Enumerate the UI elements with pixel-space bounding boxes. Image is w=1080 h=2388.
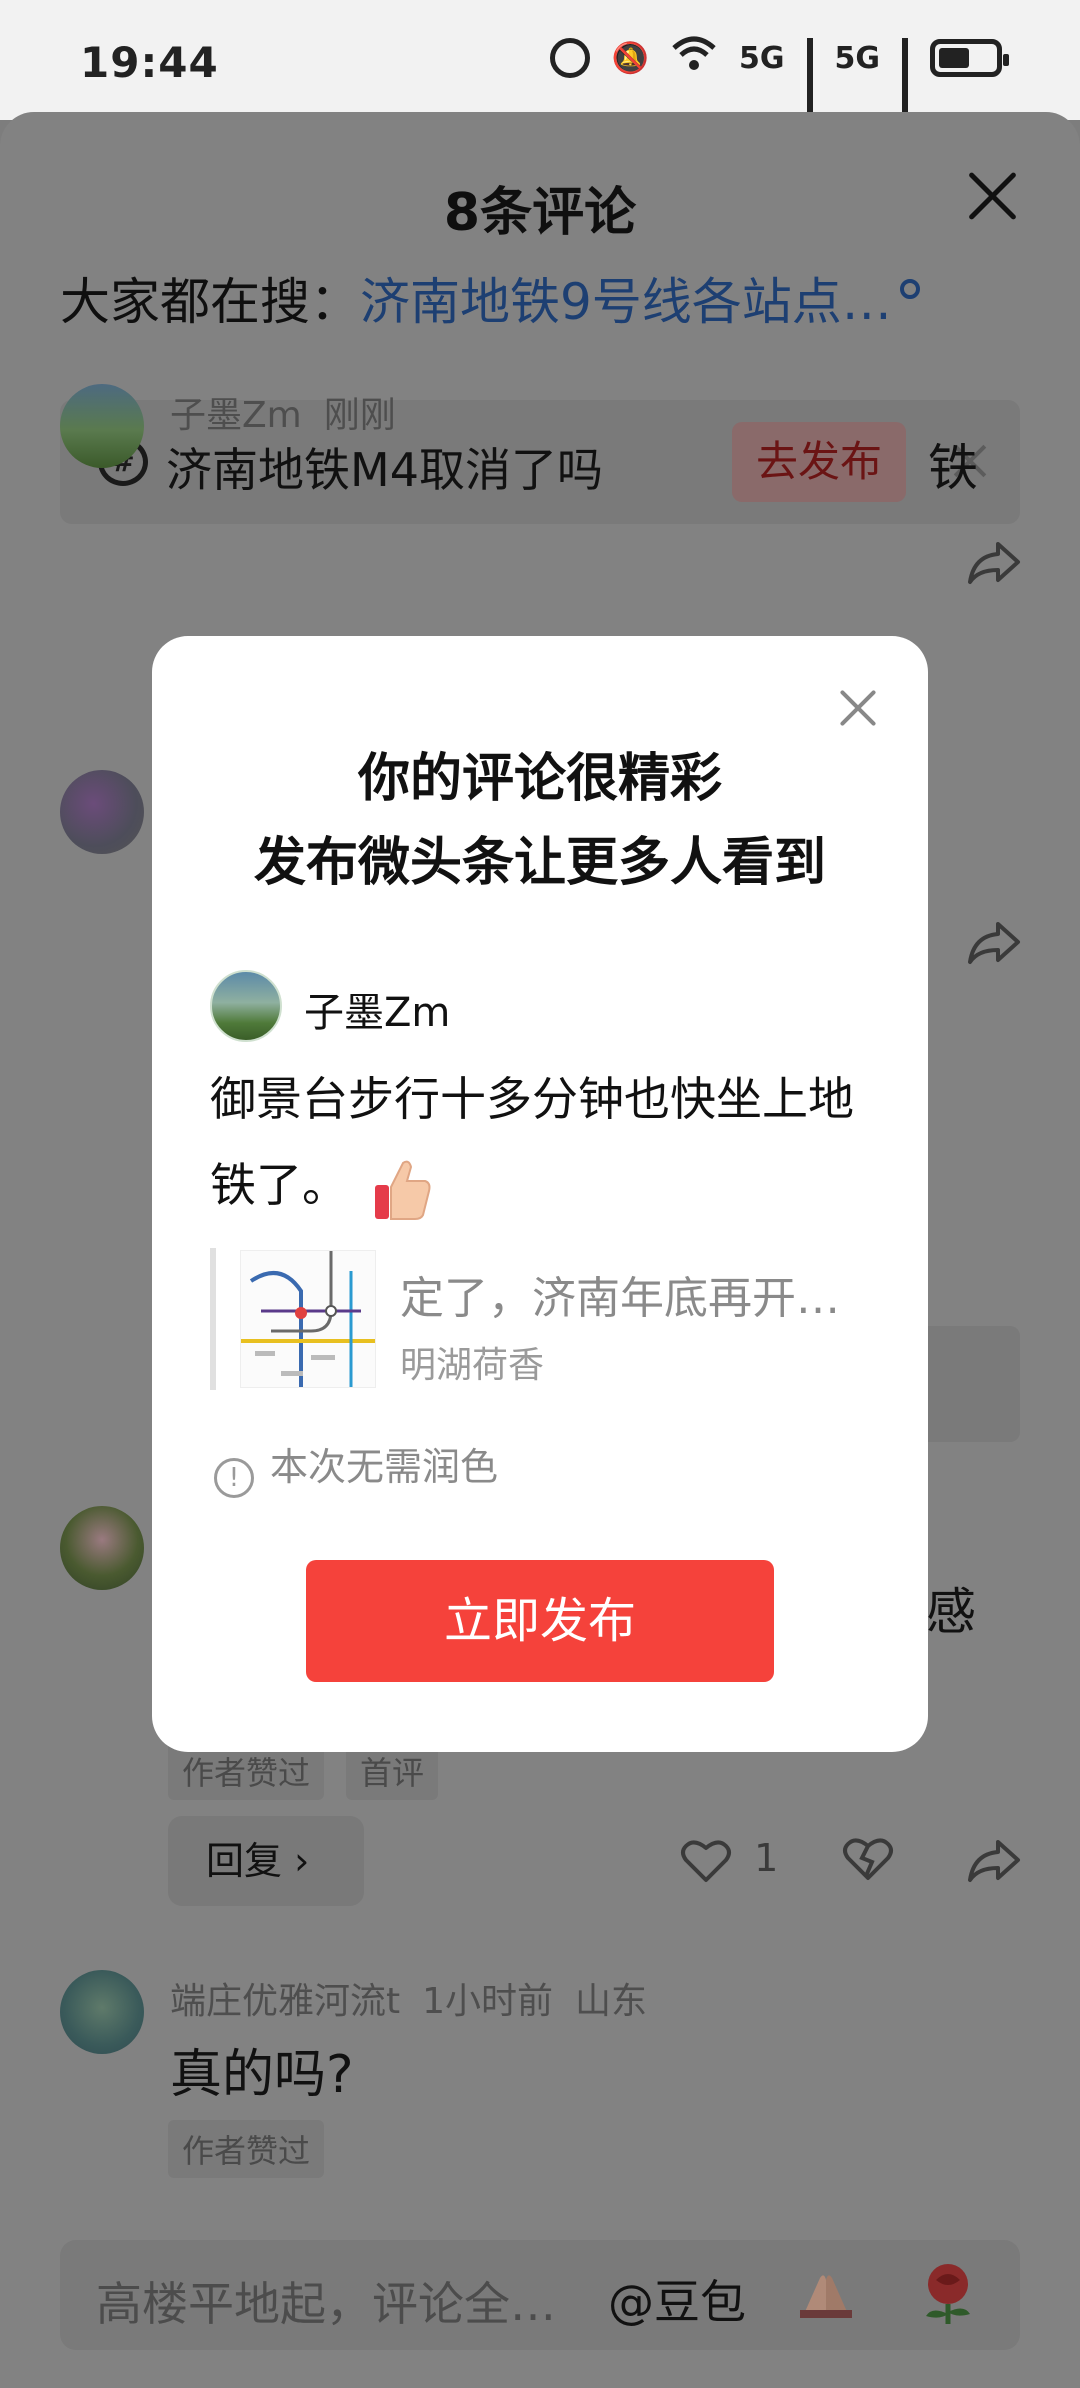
heart-icon — [681, 1840, 731, 1882]
quote-bar — [210, 1248, 216, 1390]
comment-username[interactable]: 端庄优雅河流t — [170, 1981, 400, 2022]
comment-username[interactable]: 子墨Zm — [170, 395, 302, 436]
search-icon — [899, 279, 920, 299]
reply-label: 回复 — [206, 1839, 283, 1883]
reply-button[interactable]: 回复 › — [168, 1816, 364, 1906]
share-icon[interactable] — [966, 540, 1022, 586]
trending-search-term[interactable]: 济南地铁9号线各站点… — [360, 273, 892, 331]
close-icon[interactable] — [838, 688, 878, 728]
dialog-title-line2: 发布微头条让更多人看到 — [253, 833, 826, 893]
topic-publish-button[interactable]: 去发布 — [732, 422, 906, 502]
comments-title: 8条评论 — [443, 183, 637, 243]
dialog-username: 子墨Zm — [304, 990, 451, 1036]
comment-input-bar[interactable]: 高楼平地起，评论全… @豆包 — [60, 2240, 1020, 2350]
like-count: 1 — [754, 1836, 779, 1880]
comment-text-fragment: 感 — [926, 1583, 976, 1641]
avatar[interactable] — [60, 1970, 144, 2054]
quoted-article-source: 明湖荷香 — [400, 1345, 545, 1386]
avatar[interactable] — [60, 1506, 144, 1590]
battery-icon — [930, 39, 1009, 77]
info-icon: ! — [214, 1458, 254, 1498]
quoted-article[interactable]: 定了，济南年底再开… 明湖荷香 — [210, 1248, 870, 1390]
avatar[interactable] — [60, 384, 144, 468]
polish-hint: ! 本次无需润色 — [214, 1436, 498, 1498]
avatar[interactable] — [60, 770, 144, 854]
publish-dialog: 你的评论很精彩 发布微头条让更多人看到 子墨Zm 御景台步行十多分钟也快坐上地铁… — [152, 636, 928, 1752]
dislike-button[interactable] — [842, 1836, 894, 1891]
signal-bars-2-icon — [902, 38, 908, 134]
trending-search[interactable]: 大家都在搜：济南地铁9号线各站点… — [60, 262, 920, 334]
close-icon[interactable] — [964, 168, 1020, 224]
comment-location: 山东 — [575, 1981, 648, 2022]
chevron-right-icon: › — [294, 1839, 310, 1883]
rose-icon[interactable] — [918, 2260, 978, 2326]
topic-label[interactable]: 济南地铁M4取消了吗 — [166, 434, 603, 500]
status-time: 19:44 — [80, 38, 219, 87]
comment-time: 刚刚 — [323, 395, 396, 436]
status-icons: 🔕 5G 5G — [549, 36, 1009, 134]
mute-bell-icon: 🔕 — [611, 40, 649, 76]
status-bar: 19:44 🔕 5G 5G — [0, 0, 1080, 134]
comment-text-fragment: 铁 — [928, 439, 978, 497]
avatar — [210, 970, 282, 1042]
dialog-comment-body: 御景台步行十多分钟也快坐上地铁了。 — [210, 1056, 870, 1228]
share-icon[interactable] — [966, 920, 1022, 966]
quoted-article-thumbnail — [240, 1250, 376, 1388]
publish-now-button[interactable]: 立即发布 — [306, 1560, 774, 1682]
thumbs-up-icon — [373, 1157, 433, 1221]
dialog-title-line1: 你的评论很精彩 — [357, 749, 722, 809]
comment-meta: 子墨Zm 刚刚 — [170, 386, 418, 438]
wifi-icon — [671, 36, 717, 80]
comment-time: 1小时前 — [422, 1981, 554, 2022]
signal-bars-1-icon — [806, 38, 813, 134]
mention-doubao-button[interactable]: @豆包 — [608, 2266, 746, 2332]
trending-search-prefix: 大家都在搜： — [60, 273, 360, 331]
comment-text: 真的吗? — [170, 2045, 354, 2105]
share-icon[interactable] — [966, 1838, 1022, 1884]
author-liked-tag: 作者赞过 — [168, 2120, 325, 2178]
hands-icon[interactable] — [796, 2268, 856, 2320]
signal-5g-label-2: 5G — [834, 40, 881, 76]
dialog-comment-text: 御景台步行十多分钟也快坐上地铁了。 — [210, 1072, 854, 1212]
broken-heart-icon — [843, 1838, 893, 1880]
sync-icon — [549, 38, 590, 78]
comment-input-placeholder[interactable]: 高楼平地起，评论全… — [96, 2268, 556, 2334]
quoted-article-title: 定了，济南年底再开… — [400, 1273, 840, 1324]
quote-preview-edge — [928, 1326, 1020, 1442]
signal-5g-label-1: 5G — [739, 40, 785, 76]
like-button[interactable]: 1 — [680, 1836, 778, 1884]
polish-hint-text: 本次无需润色 — [270, 1445, 499, 1489]
comment-meta: 端庄优雅河流t 1小时前 山东 — [170, 1972, 669, 2024]
